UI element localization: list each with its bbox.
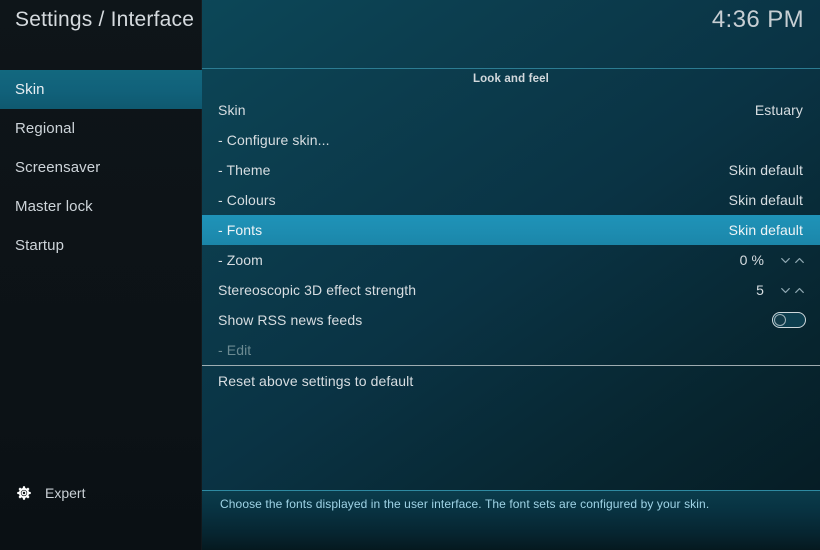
sidebar-item-master-lock[interactable]: Master lock [0, 187, 202, 226]
settings-panel: Look and feel Skin Estuary - Configure ski… [202, 69, 820, 490]
kodi-settings-screen: Settings / Interface 4:36 PM Skin Regiona… [0, 0, 820, 550]
settings-list: Skin Estuary - Configure skin... - Theme Ski… [202, 95, 820, 396]
settings-row-label: Show RSS news feeds [218, 312, 363, 328]
sidebar-item-expert-label: Expert [45, 485, 86, 501]
chevron-down-icon[interactable] [779, 254, 792, 267]
settings-row[interactable]: Show RSS news feeds [202, 305, 820, 335]
sidebar-item-label: Skin [15, 81, 45, 98]
header-bar: Settings / Interface 4:36 PM [0, 0, 820, 68]
settings-row: - Edit [202, 335, 820, 365]
sidebar-item-skin[interactable]: Skin [0, 70, 202, 109]
settings-row-label: Skin [218, 102, 246, 118]
settings-row[interactable]: - Configure skin... [202, 125, 820, 155]
settings-row-value: Estuary [754, 102, 803, 118]
chevron-down-icon[interactable] [779, 284, 792, 297]
settings-row[interactable]: - Fonts Skin default [202, 215, 820, 245]
settings-row-label: - Fonts [218, 222, 263, 238]
sidebar-item-label: Screensaver [15, 159, 101, 176]
sidebar-item-expert[interactable]: Expert [0, 480, 202, 506]
sidebar-item-startup[interactable]: Startup [0, 226, 202, 265]
settings-row-value: 5 [756, 282, 764, 298]
settings-row-value: 0 % [739, 252, 764, 268]
settings-row-label: - Colours [218, 192, 276, 208]
settings-row-value: Skin default [728, 192, 803, 208]
sidebar-menu: Skin Regional Screensaver Master lock Startu… [0, 70, 202, 265]
sidebar-item-label: Master lock [15, 198, 93, 215]
settings-row[interactable]: - Colours Skin default [202, 185, 820, 215]
toggle-switch[interactable] [772, 312, 806, 328]
settings-row[interactable]: Reset above settings to default [202, 366, 820, 396]
help-divider [202, 490, 820, 491]
sidebar-item-regional[interactable]: Regional [0, 109, 202, 148]
spinner-control[interactable] [779, 254, 806, 267]
sidebar-item-label: Regional [15, 120, 76, 137]
settings-row-label: - Edit [218, 342, 252, 358]
spinner-control[interactable] [779, 284, 806, 297]
sidebar-item-label: Startup [15, 237, 65, 254]
settings-row-label: - Theme [218, 162, 271, 178]
clock: 4:36 PM [711, 6, 804, 33]
settings-row-value: Skin default [728, 222, 803, 238]
section-title: Look and feel [472, 73, 550, 85]
settings-row-label: - Configure skin... [218, 132, 330, 148]
chevron-up-icon[interactable] [793, 254, 806, 267]
sidebar-item-screensaver[interactable]: Screensaver [0, 148, 202, 187]
settings-row[interactable]: Skin Estuary [202, 95, 820, 125]
settings-row[interactable]: - Theme Skin default [202, 155, 820, 185]
chevron-up-icon[interactable] [793, 284, 806, 297]
settings-row-label: Stereoscopic 3D effect strength [218, 282, 417, 298]
settings-row-value: Skin default [728, 162, 803, 178]
help-panel: Choose the fonts displayed in the user i… [202, 490, 820, 550]
settings-row[interactable]: Stereoscopic 3D effect strength 5 [202, 275, 820, 305]
gear-icon [17, 486, 31, 500]
page-title: Settings / Interface [15, 8, 195, 31]
settings-row[interactable]: - Zoom 0 % [202, 245, 820, 275]
toggle-knob [774, 314, 786, 326]
help-text: Choose the fonts displayed in the user i… [220, 497, 710, 511]
settings-row-label: - Zoom [218, 252, 263, 268]
settings-row-label: Reset above settings to default [218, 373, 414, 389]
